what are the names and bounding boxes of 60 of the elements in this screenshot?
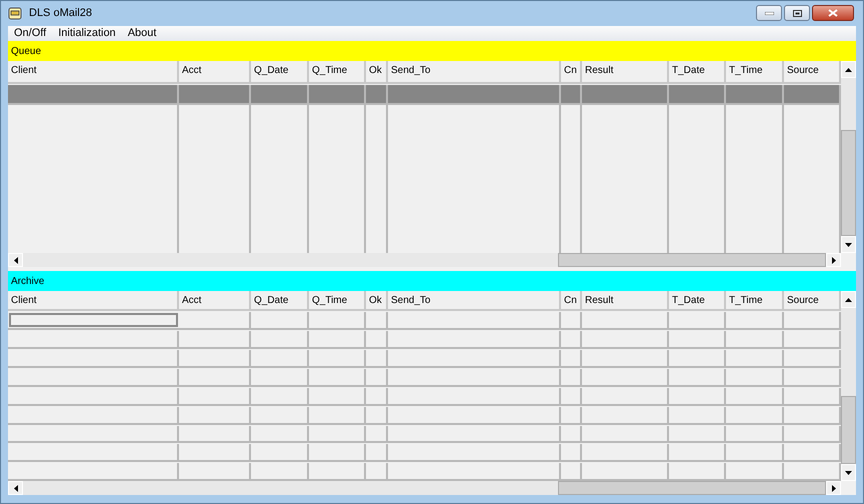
column-header[interactable]: Q_Time — [309, 61, 366, 82]
right-arrow-icon — [832, 256, 836, 264]
scrollbar-thumb[interactable] — [558, 481, 826, 495]
scroll-up-button[interactable] — [841, 61, 856, 78]
down-arrow-icon — [845, 470, 852, 474]
maximize-icon — [792, 10, 802, 17]
table-row[interactable] — [8, 388, 841, 406]
section-title: Archive — [11, 276, 44, 286]
column-header[interactable]: Cn — [561, 61, 582, 82]
scrollbar-thumb[interactable] — [841, 396, 856, 464]
column-header[interactable]: Send_To — [388, 61, 561, 82]
scroll-down-button[interactable] — [841, 236, 856, 253]
table-row[interactable] — [8, 369, 841, 387]
maximize-button[interactable] — [784, 5, 810, 22]
close-icon — [828, 9, 838, 18]
window-title: DLS oMail28 — [29, 7, 93, 20]
column-header[interactable]: T_Time — [726, 291, 784, 310]
menu-item[interactable]: On/Off — [14, 27, 46, 40]
scrollbar-thumb[interactable] — [841, 130, 856, 236]
column-header[interactable]: T_Time — [726, 61, 784, 82]
section-title: Queue — [11, 46, 42, 56]
menu-item[interactable]: Initialization — [58, 27, 116, 40]
table-row[interactable] — [8, 426, 841, 444]
up-arrow-icon — [845, 298, 852, 302]
scroll-left-button[interactable] — [8, 253, 23, 267]
column-header[interactable]: Cn — [561, 291, 582, 310]
table-row[interactable] — [8, 85, 841, 105]
column-header[interactable]: Client — [8, 291, 179, 310]
column-header[interactable]: T_Date — [669, 61, 726, 82]
column-header[interactable]: Acct — [179, 61, 251, 82]
column-header[interactable]: Result — [582, 61, 669, 82]
scrollbar-thumb[interactable] — [558, 253, 826, 267]
column-header[interactable]: Send_To — [388, 291, 561, 310]
down-arrow-icon — [845, 242, 852, 246]
column-header[interactable]: T_Date — [669, 291, 726, 310]
table-row[interactable] — [8, 406, 841, 425]
minimize-button[interactable] — [756, 5, 782, 22]
right-arrow-icon — [832, 484, 836, 492]
left-arrow-icon — [14, 256, 18, 264]
up-arrow-icon — [845, 68, 852, 72]
column-header[interactable]: Q_Date — [251, 291, 309, 310]
column-header[interactable]: Client — [8, 61, 179, 82]
scroll-up-button[interactable] — [841, 291, 856, 308]
close-button[interactable] — [812, 5, 854, 22]
column-header[interactable]: Q_Date — [251, 61, 309, 82]
left-arrow-icon — [14, 484, 18, 492]
minimize-icon — [764, 12, 774, 15]
scroll-left-button[interactable] — [8, 481, 23, 495]
column-header[interactable]: Ok — [366, 61, 388, 82]
column-header[interactable]: Result — [582, 291, 669, 310]
column-header[interactable]: Acct — [179, 291, 251, 310]
menu-item[interactable]: About — [128, 27, 156, 40]
scroll-down-button[interactable] — [841, 464, 856, 481]
scroll-right-button[interactable] — [826, 253, 841, 267]
table-row[interactable] — [8, 350, 841, 368]
scroll-right-button[interactable] — [826, 481, 841, 495]
column-header[interactable]: Q_Time — [309, 291, 366, 310]
app-icon — [8, 6, 23, 21]
table-row[interactable] — [8, 331, 841, 350]
column-header[interactable]: Ok — [366, 291, 388, 310]
